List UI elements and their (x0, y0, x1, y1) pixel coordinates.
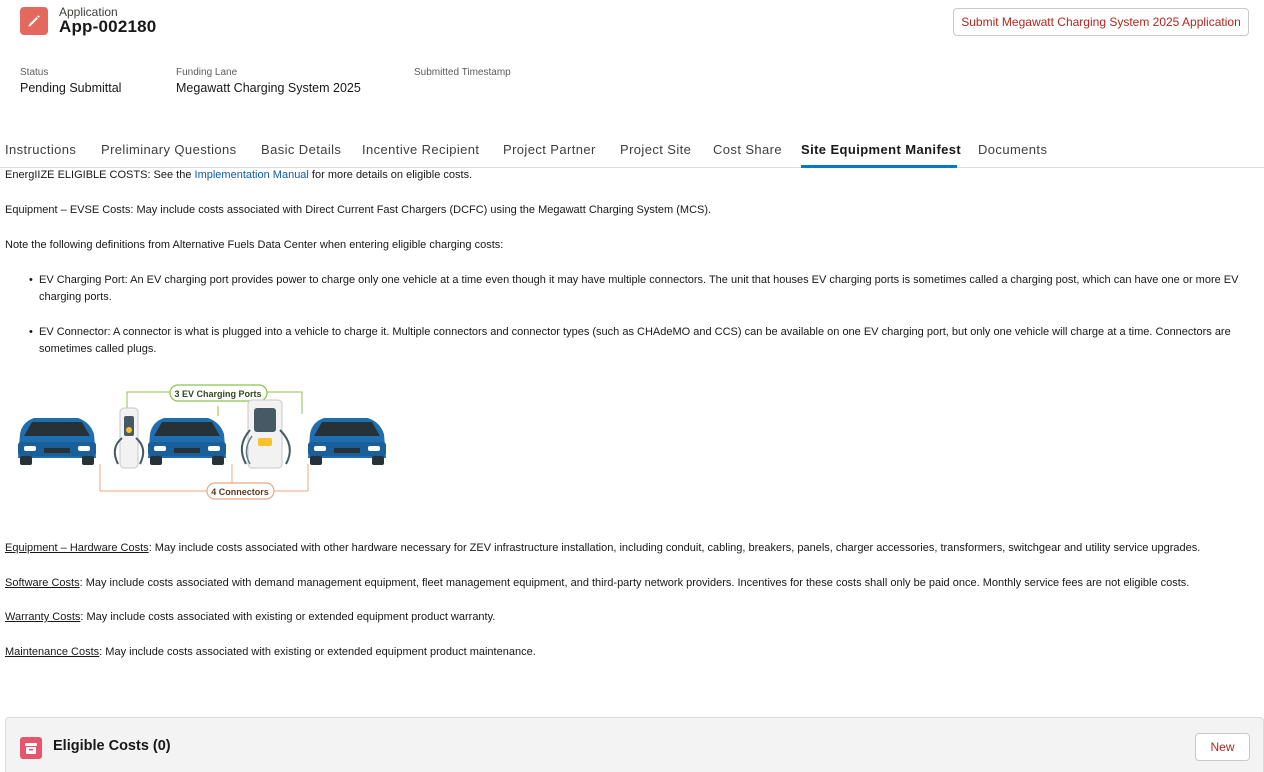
field-label: Status (20, 67, 49, 78)
tab-project-partner[interactable]: Project Partner (503, 142, 596, 157)
bullet-ev-connector: • EV Connector: A connector is what is p… (29, 324, 1255, 358)
software-costs-text: : May include costs associated with dema… (79, 577, 1190, 589)
software-costs-term: Software Costs (5, 577, 80, 589)
bullet-dot: • (29, 326, 33, 338)
maintenance-costs-term: Maintenance Costs (5, 646, 100, 658)
equipment-evse-paragraph: Equipment – EVSE Costs: May include cost… (5, 204, 712, 216)
field-label: Funding Lane (176, 67, 238, 78)
intro-prefix: EnergIIZE ELIGIBLE COSTS: See the (5, 169, 195, 181)
tab-site-equipment-manifest[interactable]: Site Equipment Manifest (801, 142, 961, 157)
tab-documents[interactable]: Documents (978, 142, 1047, 157)
pencil-icon (20, 7, 48, 35)
bullet-text: EV Charging Port: An EV charging port pr… (39, 274, 1239, 303)
field-status: Status Pending Submittal (20, 67, 121, 95)
tab-instructions[interactable]: Instructions (5, 142, 76, 157)
record-header: Application App-002180 Submit Megawatt C… (0, 0, 1264, 120)
record-title: App-002180 (59, 17, 157, 36)
submit-application-button[interactable]: Submit Megawatt Charging System 2025 App… (953, 8, 1249, 36)
definitions-note: Note the following definitions from Alte… (5, 239, 504, 251)
tab-incentive-recipient[interactable]: Incentive Recipient (362, 142, 479, 157)
connectors-label: 4 Connectors (211, 487, 269, 497)
maintenance-costs-text: : May include costs associated with exis… (99, 646, 536, 658)
tab-bar: Instructions Preliminary Questions Basic… (0, 138, 1264, 168)
archive-icon (20, 737, 42, 759)
tab-preliminary-questions[interactable]: Preliminary Questions (101, 142, 237, 157)
intro-paragraph: EnergIIZE ELIGIBLE COSTS: See the Implem… (5, 169, 472, 181)
dual-charger-icon (240, 399, 291, 469)
bullet-text: EV Connector: A connector is what is plu… (39, 326, 1231, 355)
car-icon (148, 418, 226, 465)
intro-suffix: for more details on eligible costs. (308, 169, 473, 181)
warranty-costs-text: : May include costs associated with exis… (80, 611, 496, 623)
ports-label: 3 EV Charging Ports (174, 389, 261, 399)
hardware-costs-paragraph: Equipment – Hardware Costs: May include … (5, 542, 1200, 554)
active-tab-indicator (801, 165, 957, 168)
bullet-ev-charging-port: • EV Charging Port: An EV charging port … (29, 272, 1255, 306)
tab-project-site[interactable]: Project Site (620, 142, 691, 157)
charger-icon (113, 407, 145, 469)
warranty-costs-term: Warranty Costs (5, 611, 81, 623)
field-submitted-timestamp: Submitted Timestamp (414, 67, 511, 81)
software-costs-paragraph: Software Costs: May include costs associ… (5, 577, 1189, 589)
field-funding-lane: Funding Lane Megawatt Charging System 20… (176, 67, 361, 95)
new-button[interactable]: New (1195, 733, 1250, 761)
field-value: Pending Submittal (20, 81, 122, 95)
car-icon (308, 418, 386, 465)
bullet-dot: • (29, 274, 33, 286)
tab-basic-details[interactable]: Basic Details (261, 142, 341, 157)
field-value: Megawatt Charging System 2025 (176, 81, 361, 95)
tab-cost-share[interactable]: Cost Share (713, 142, 782, 157)
charging-ports-diagram: 3 EV Charging Ports 4 Connectors (18, 384, 386, 500)
maintenance-costs-paragraph: Maintenance Costs: May include costs ass… (5, 646, 536, 658)
warranty-costs-paragraph: Warranty Costs: May include costs associ… (5, 611, 495, 623)
car-icon (18, 418, 96, 465)
related-list-title[interactable]: Eligible Costs (0) (53, 738, 171, 754)
field-label: Submitted Timestamp (414, 67, 511, 78)
implementation-manual-link[interactable]: Implementation Manual (195, 169, 309, 181)
related-list-eligible-costs: Eligible Costs (0) New (5, 717, 1264, 772)
hardware-costs-text: : May include costs associated with othe… (148, 542, 1201, 554)
hardware-costs-term: Equipment – Hardware Costs (5, 542, 149, 554)
